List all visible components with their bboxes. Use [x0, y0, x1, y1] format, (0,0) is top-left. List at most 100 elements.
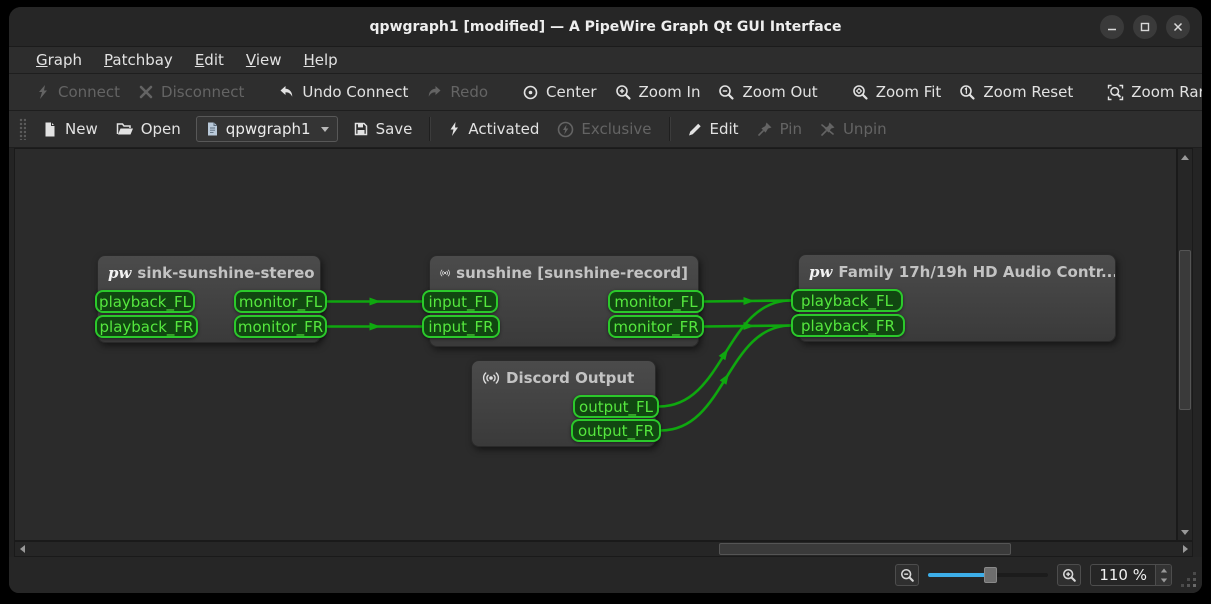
maximize-icon — [1139, 21, 1151, 33]
save-button[interactable]: Save — [344, 115, 422, 143]
undo-connect-button[interactable]: Undo Connect — [269, 78, 417, 106]
new-button[interactable]: New — [33, 115, 107, 143]
port-output[interactable]: output_FL — [573, 395, 659, 418]
port-output[interactable]: monitor_FR — [608, 315, 704, 338]
vertical-scrollbar-thumb[interactable] — [1179, 250, 1191, 410]
patchbay-file-icon — [205, 121, 220, 137]
horizontal-scrollbar[interactable] — [14, 541, 1193, 557]
toolbar-separator — [429, 117, 430, 141]
toolbar-patchbay: New Open qpwgraph1 Save Activated Exclus… — [9, 111, 1202, 148]
port-output[interactable]: monitor_FL — [234, 290, 327, 313]
toolbar-separator — [669, 117, 670, 141]
zoom-reset-icon — [959, 84, 976, 101]
minimize-button[interactable] — [1100, 15, 1124, 39]
status-bar: 110 % — [9, 557, 1202, 593]
minimize-icon — [1106, 21, 1118, 33]
connection-layer — [15, 149, 1177, 541]
zoom-in-icon — [615, 84, 632, 101]
zoom-slider-handle[interactable] — [984, 567, 997, 583]
spinbox-down-button[interactable] — [1156, 575, 1171, 585]
zoom-percent-spinbox[interactable]: 110 % — [1090, 564, 1172, 586]
disconnect-button[interactable]: Disconnect — [129, 78, 253, 106]
connect-icon — [35, 84, 51, 100]
menu-bar: Graph Patchbay Edit View Help — [9, 47, 1202, 74]
app-window: qpwgraph1 [modified] — A PipeWire Graph … — [9, 7, 1202, 593]
toolbar-main: Connect Disconnect Undo Connect Redo Cen… — [9, 74, 1202, 111]
close-icon — [1172, 21, 1184, 33]
redo-button[interactable]: Redo — [417, 78, 497, 106]
statusbar-zoom-in-button[interactable] — [1057, 564, 1081, 586]
maximize-button[interactable] — [1133, 15, 1157, 39]
patchbay-selector-value: qpwgraph1 — [226, 120, 311, 138]
open-button[interactable]: Open — [107, 115, 190, 143]
connection-arrow-icon — [370, 298, 381, 306]
connect-button[interactable]: Connect — [26, 78, 129, 106]
zoom-fit-icon — [852, 84, 869, 101]
menu-graph[interactable]: Graph — [25, 48, 93, 72]
port-output[interactable]: monitor_FR — [234, 315, 327, 338]
port-input[interactable]: playback_FR — [791, 314, 905, 337]
zoom-fit-button[interactable]: Zoom Fit — [843, 78, 951, 106]
menu-edit[interactable]: Edit — [184, 48, 235, 72]
port-input[interactable]: input_FR — [422, 315, 500, 338]
spinbox-up-button[interactable] — [1156, 565, 1171, 575]
center-icon — [522, 84, 539, 101]
zoom-in-button[interactable]: Zoom In — [606, 78, 710, 106]
open-folder-icon — [116, 121, 134, 137]
close-button[interactable] — [1166, 15, 1190, 39]
scroll-right-arrow[interactable] — [1178, 542, 1192, 556]
zoom-range-icon — [1107, 84, 1124, 101]
activated-bolt-icon — [447, 121, 461, 137]
zoom-out-button[interactable]: Zoom Out — [709, 78, 826, 106]
zoom-slider-filled-track — [928, 573, 990, 577]
menu-view[interactable]: View — [235, 48, 293, 72]
zoom-range-button[interactable]: Zoom Range — [1098, 78, 1202, 106]
edit-pencil-icon — [687, 121, 703, 137]
zoom-percent-value: 110 % — [1091, 566, 1155, 584]
scroll-down-arrow[interactable] — [1178, 525, 1192, 539]
save-icon — [353, 121, 369, 137]
redo-icon — [426, 84, 443, 100]
port-output[interactable]: monitor_FL — [608, 290, 704, 313]
unpin-icon — [820, 121, 836, 137]
connection-arrow-icon — [370, 323, 381, 331]
activated-button[interactable]: Activated — [438, 115, 548, 143]
zoom-in-icon — [1062, 568, 1077, 583]
zoom-reset-button[interactable]: Zoom Reset — [950, 78, 1082, 106]
menu-patchbay[interactable]: Patchbay — [93, 48, 184, 72]
new-file-icon — [42, 121, 58, 138]
center-button[interactable]: Center — [513, 78, 606, 106]
pin-icon — [757, 121, 773, 137]
exclusive-button[interactable]: Exclusive — [548, 115, 660, 143]
port-input[interactable]: playback_FL — [95, 290, 195, 313]
scroll-left-arrow[interactable] — [15, 542, 29, 556]
patchbay-selector[interactable]: qpwgraph1 — [196, 116, 338, 142]
menu-help[interactable]: Help — [292, 48, 348, 72]
window-title: qpwgraph1 [modified] — A PipeWire Graph … — [370, 19, 842, 35]
zoom-out-icon — [718, 84, 735, 101]
undo-icon — [278, 84, 295, 100]
port-input[interactable]: playback_FR — [95, 315, 198, 338]
unpin-button[interactable]: Unpin — [811, 115, 896, 143]
zoom-out-icon — [900, 568, 915, 583]
graph-canvas[interactable]: pw sink-sunshine-stereo sunshine [sunshi… — [14, 148, 1177, 541]
chevron-down-icon — [321, 127, 329, 132]
statusbar-zoom-out-button[interactable] — [895, 564, 919, 586]
disconnect-icon — [138, 84, 154, 100]
port-output[interactable]: output_FR — [571, 419, 661, 442]
toolbar-drag-handle[interactable] — [19, 118, 26, 140]
edit-button[interactable]: Edit — [678, 115, 748, 143]
horizontal-scrollbar-thumb[interactable] — [719, 543, 1011, 555]
pin-button[interactable]: Pin — [748, 115, 811, 143]
zoom-slider[interactable] — [928, 567, 1048, 583]
title-bar[interactable]: qpwgraph1 [modified] — A PipeWire Graph … — [9, 7, 1202, 47]
connection-arrow-icon — [744, 322, 755, 330]
port-input[interactable]: playback_FL — [791, 289, 903, 312]
zoom-slider-empty-track — [990, 573, 1048, 577]
connection-arrow-icon — [744, 297, 755, 305]
port-input[interactable]: input_FL — [422, 290, 498, 313]
vertical-scrollbar[interactable] — [1177, 148, 1193, 541]
exclusive-bolt-icon — [557, 121, 574, 138]
window-resize-grip[interactable] — [1193, 584, 1196, 587]
scroll-up-arrow[interactable] — [1178, 150, 1192, 164]
